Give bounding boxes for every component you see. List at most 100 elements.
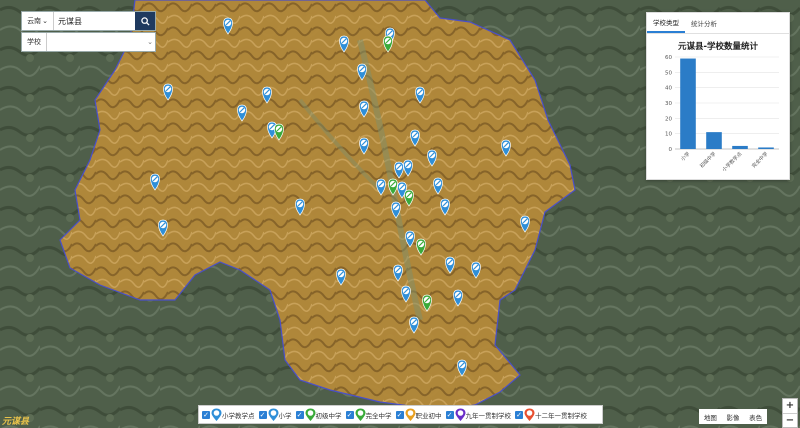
school-marker[interactable] [376, 178, 386, 196]
bar[interactable] [758, 147, 774, 149]
legend-label: 十二年一贯制学校 [535, 411, 587, 420]
school-marker[interactable] [405, 230, 415, 248]
legend-label: 小学教学点 [222, 411, 255, 420]
legend-item[interactable]: ✓ 职业初中 [395, 408, 442, 422]
school-marker[interactable] [415, 86, 425, 104]
school-pin-icon [355, 408, 365, 421]
school-filter: 学校 ⌄ [21, 32, 156, 52]
school-marker[interactable] [295, 198, 305, 216]
legend-checkbox[interactable]: ✓ [515, 410, 523, 419]
school-pin-icon [405, 408, 415, 421]
legend-item[interactable]: ✓ 完全中学 [345, 408, 392, 422]
bar[interactable] [706, 132, 722, 149]
legend-item[interactable]: ✓ 小学 [258, 408, 292, 422]
school-marker[interactable] [150, 173, 160, 191]
basemap-option-map[interactable]: 地图 [704, 412, 717, 422]
school-marker[interactable] [440, 198, 450, 216]
province-select[interactable]: 云南 ⌄ [22, 12, 54, 30]
legend-checkbox[interactable]: ✓ [258, 410, 267, 419]
x-tick-label: 完全中学 [750, 150, 769, 169]
y-tick-label: 40 [665, 86, 672, 92]
school-pin-icon [455, 408, 465, 421]
school-marker[interactable] [453, 289, 463, 307]
x-tick-label: 初级中学 [698, 150, 717, 169]
chevron-down-icon: ⌄ [42, 17, 48, 25]
tab-statistics[interactable]: 统计分析 [685, 13, 723, 33]
legend-label: 初级中学 [315, 411, 342, 420]
school-marker[interactable] [388, 178, 398, 196]
y-tick-label: 30 [665, 101, 672, 107]
school-marker[interactable] [457, 359, 467, 377]
legend-label: 职业初中 [415, 411, 442, 420]
school-pin-icon [268, 408, 278, 421]
school-marker[interactable] [336, 268, 346, 286]
map-legend: ✓ 小学教学点 ✓ 小学 ✓ 初级中学 ✓ 完全中学 ✓ 职业初中 ✓ 九年一贯制学校 ✓ 十二年一贯制学… [198, 405, 603, 424]
zoom-in-button[interactable]: + [783, 399, 797, 414]
y-tick-label: 0 [669, 147, 673, 153]
school-marker[interactable] [383, 35, 393, 53]
school-marker[interactable] [394, 161, 404, 179]
school-marker[interactable] [359, 137, 369, 155]
school-marker[interactable] [357, 63, 367, 81]
school-marker[interactable] [409, 316, 419, 334]
bar[interactable] [680, 58, 696, 149]
legend-item[interactable]: ✓ 十二年一贯制学校 [515, 408, 587, 422]
school-marker[interactable] [422, 294, 432, 312]
school-select[interactable] [47, 33, 145, 51]
school-count-chart: 0 10 20 30 40 50 60 小学 初级中学 小学教学点 完全中学 [665, 55, 779, 173]
school-marker[interactable] [237, 104, 247, 122]
school-marker[interactable] [433, 177, 443, 195]
legend-item[interactable]: ✓ 小学教学点 [202, 408, 255, 422]
search-button[interactable] [135, 12, 155, 30]
basemap-option-color[interactable]: 表色 [749, 412, 762, 422]
school-marker[interactable] [410, 129, 420, 147]
school-marker[interactable] [404, 189, 414, 207]
school-marker[interactable] [401, 285, 411, 303]
school-marker[interactable] [163, 83, 173, 101]
school-filter-label: 学校 [22, 33, 47, 51]
y-tick-label: 10 [665, 132, 672, 138]
legend-label: 九年一贯制学校 [465, 411, 512, 420]
legend-item[interactable]: ✓ 初级中学 [295, 408, 342, 422]
search-input[interactable] [54, 13, 135, 29]
bar[interactable] [732, 145, 748, 149]
chevron-down-icon[interactable]: ⌄ [145, 38, 155, 46]
basemap-switcher: 地图 影像 表色 [699, 409, 767, 424]
province-label: 云南 [27, 17, 42, 25]
school-marker[interactable] [445, 256, 455, 274]
legend-checkbox[interactable]: ✓ [202, 410, 210, 419]
school-pin-icon [305, 408, 315, 421]
stats-tabs: 学校类型 统计分析 [647, 13, 789, 34]
school-marker[interactable] [158, 219, 168, 237]
legend-item[interactable]: ✓ 九年一贯制学校 [445, 408, 512, 422]
tab-school-type[interactable]: 学校类型 [647, 13, 685, 33]
basemap-option-imagery[interactable]: 影像 [726, 412, 739, 422]
legend-label: 完全中学 [365, 411, 392, 420]
school-marker[interactable] [223, 17, 233, 35]
legend-label: 小学 [278, 411, 292, 420]
school-marker[interactable] [262, 86, 272, 104]
search-icon [140, 16, 150, 26]
y-tick-label: 50 [665, 70, 672, 76]
school-marker[interactable] [416, 238, 426, 256]
stats-panel: 学校类型 统计分析 元谋县-学校数量统计 0 10 20 30 40 50 60 小学 初级中学… [646, 12, 790, 180]
school-marker[interactable] [359, 100, 369, 118]
school-marker[interactable] [391, 201, 401, 219]
zoom-control: + − [782, 398, 798, 428]
school-marker[interactable] [501, 139, 511, 157]
school-marker[interactable] [471, 261, 481, 279]
school-marker[interactable] [393, 264, 403, 282]
school-marker[interactable] [427, 149, 437, 167]
y-tick-label: 20 [665, 116, 672, 122]
legend-checkbox[interactable]: ✓ [295, 410, 304, 419]
school-marker[interactable] [403, 159, 413, 177]
zoom-out-button[interactable]: − [783, 414, 797, 428]
legend-checkbox[interactable]: ✓ [395, 410, 404, 419]
legend-checkbox[interactable]: ✓ [445, 410, 454, 419]
school-marker[interactable] [339, 35, 349, 53]
legend-checkbox[interactable]: ✓ [345, 410, 354, 419]
school-marker[interactable] [274, 123, 284, 141]
y-tick-label: 60 [665, 55, 672, 61]
search-box: 云南 ⌄ [21, 11, 156, 31]
school-marker[interactable] [520, 215, 530, 233]
